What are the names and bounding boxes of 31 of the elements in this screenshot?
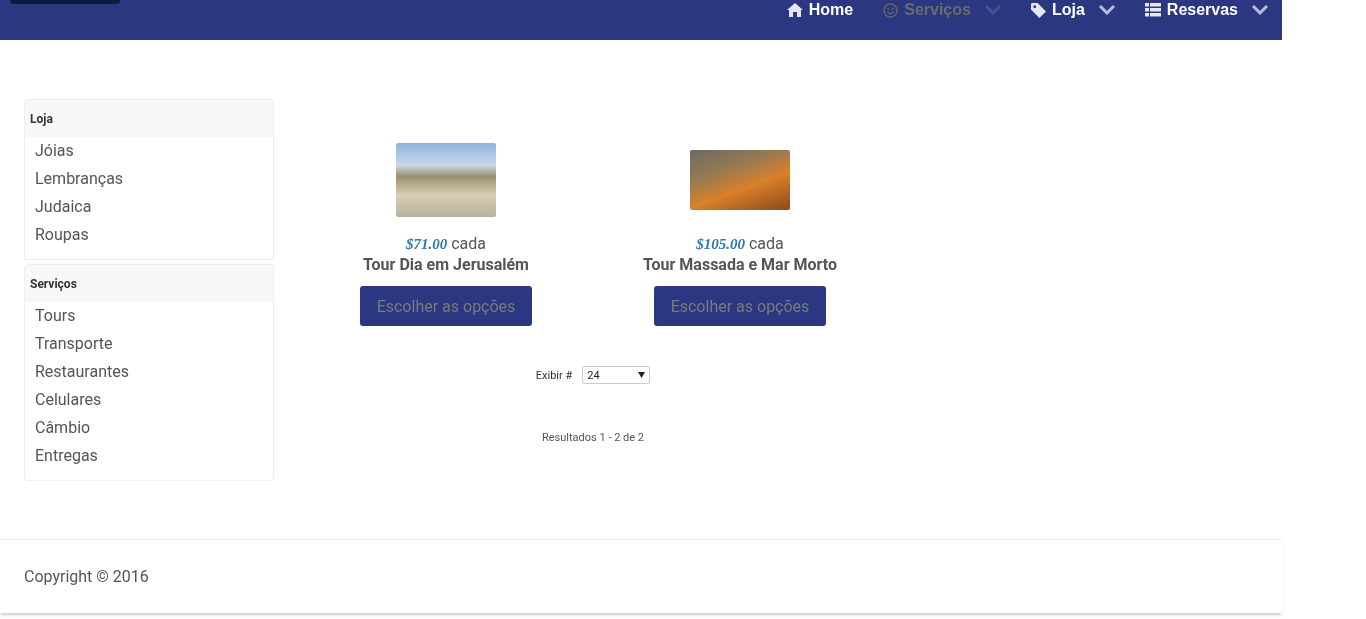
nav-link[interactable]: Loja bbox=[1000, 0, 1115, 20]
photo-placeholder[interactable] bbox=[396, 143, 496, 217]
show-label: Exibir # bbox=[535, 368, 573, 382]
price-unit: cada bbox=[748, 234, 784, 253]
sidebar-link[interactable]: Roupas bbox=[25, 221, 89, 249]
sidebar-link[interactable]: Jóias bbox=[25, 137, 74, 165]
price: $105.00 bbox=[696, 236, 745, 253]
sidebar-link[interactable]: Entregas bbox=[25, 442, 98, 470]
sidebar-link[interactable]: Transporte bbox=[25, 330, 113, 358]
price: $71.00 bbox=[405, 236, 448, 253]
nav-link[interactable]: Reservas bbox=[1114, 0, 1268, 20]
sidebar-link[interactable]: Celulares bbox=[25, 386, 102, 414]
sidebar-link[interactable]: Judaica bbox=[25, 193, 92, 221]
sidebar-link[interactable]: Lembranças bbox=[25, 165, 124, 193]
results-count: Resultados 1 - 2 de 2 bbox=[542, 431, 644, 444]
list-icon bbox=[1144, 3, 1161, 17]
sidebar-link[interactable]: Restaurantes bbox=[25, 358, 129, 386]
product-title[interactable]: Tour Massada e Mar Morto bbox=[642, 255, 838, 274]
product-title[interactable]: Tour Dia em Jerusalém bbox=[363, 255, 529, 274]
panel-heading: Loja bbox=[25, 100, 273, 137]
copyright-text: Copyright © 2016 bbox=[24, 567, 149, 586]
panel-heading: Serviços bbox=[25, 265, 273, 302]
home-icon bbox=[786, 3, 803, 17]
photo-placeholder[interactable] bbox=[690, 150, 790, 210]
sidebar-link[interactable]: Câmbio bbox=[25, 414, 91, 442]
nav-link[interactable]: Home bbox=[756, 0, 854, 20]
sidebar-link[interactable]: Tours bbox=[25, 302, 76, 330]
per-page-dropdown[interactable]: 24 bbox=[582, 366, 651, 384]
dropdown-arrow-icon bbox=[638, 372, 646, 378]
smiley-icon bbox=[883, 2, 899, 18]
price-unit: cada bbox=[451, 234, 487, 253]
